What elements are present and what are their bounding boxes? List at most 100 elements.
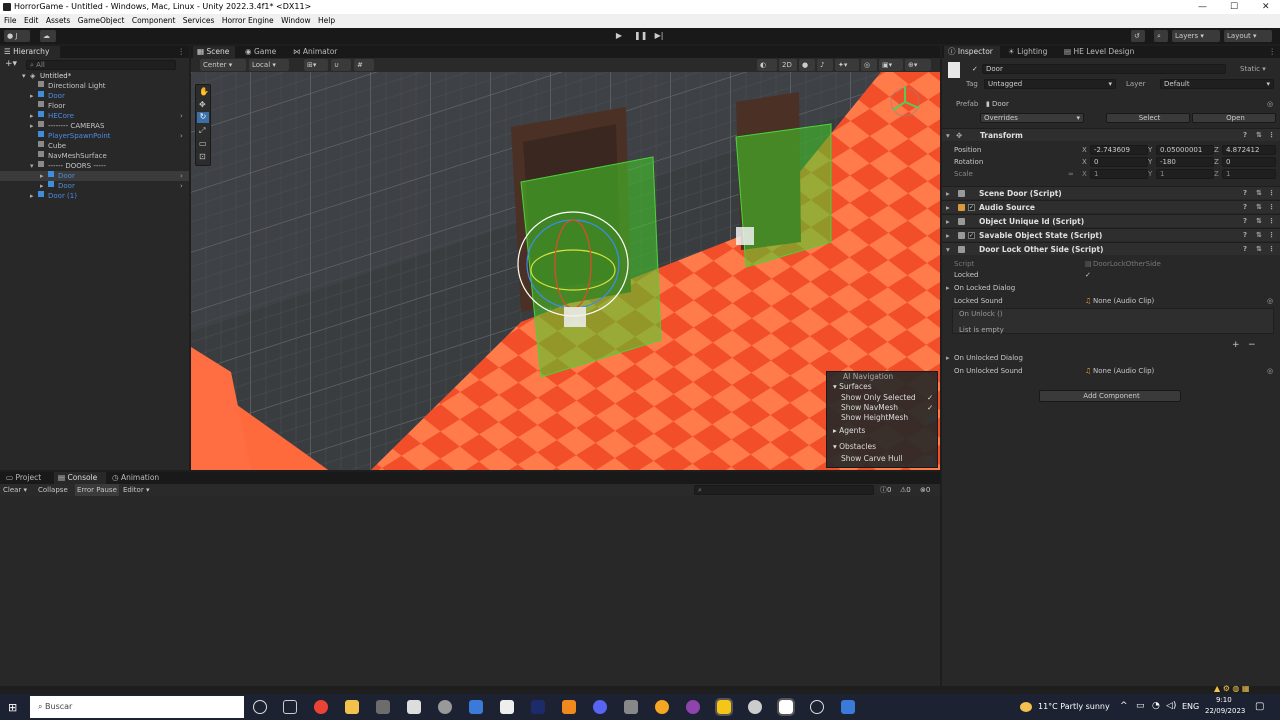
panel-menu-icon[interactable]: ⋮ [1269,46,1277,58]
tree-item-door-selected[interactable]: ▸ Door › [0,171,189,181]
app-icon-3[interactable] [686,700,700,714]
component-menu-icon[interactable]: ⋮ [1268,229,1275,242]
savable-object-state-header[interactable]: ▸ ✓ Savable Object State (Script)? ⇅ ⋮ [942,228,1280,241]
2d-toggle[interactable]: 2D [779,59,797,71]
gizmos-dropdown[interactable]: ⊕▾ [905,59,931,71]
rect-tool-icon[interactable]: ▭ [199,139,207,148]
tree-item-navmeshsurface[interactable]: NavMeshSurface [0,151,189,161]
tab-game[interactable]: ◉ Game [241,46,283,58]
minimize-icon[interactable]: — [1198,0,1207,14]
maximize-icon[interactable]: ☐ [1230,0,1238,14]
cortana-icon[interactable] [253,700,267,714]
transform-header[interactable]: ▾ ✥ Transform ? ⇅ ⋮ [942,128,1280,141]
app-icon-4[interactable] [748,700,762,714]
clock-date[interactable]: 22/09/2023 [1205,707,1245,715]
snap-increment-button[interactable]: ∪ [331,59,351,71]
target-icon[interactable]: ◎ [1267,295,1273,307]
menu-horror-engine[interactable]: Horror Engine [222,16,274,25]
weather-text[interactable]: 11°C Partly sunny [1038,702,1110,711]
camera-dropdown[interactable]: ▣▾ [879,59,903,71]
help-icon[interactable]: ? [1243,215,1247,228]
position-x-field[interactable]: -2.743609 [1090,145,1148,155]
object-name-field[interactable]: Door [982,64,1226,74]
hierarchy-search-input[interactable]: ⌕ All [26,60,176,70]
notifications-icon[interactable]: ▢ [1255,701,1264,712]
show-carve-hull-checkbox[interactable] [927,456,934,463]
editor-dropdown[interactable]: Editor ▾ [123,484,149,496]
play-icon[interactable]: ▶ [614,31,624,41]
tree-item-door-2[interactable]: ▸ Door › [0,181,189,191]
language-indicator[interactable]: ENG [1182,702,1199,711]
preset-icon[interactable]: ⇅ [1256,201,1262,214]
scale-tool-icon[interactable]: ⤢ [199,126,205,136]
door-lock-other-side-header[interactable]: ▾ Door Lock Other Side (Script)? ⇅ ⋮ [942,242,1280,255]
hidden-objects-toggle[interactable]: ◎ [861,59,877,71]
show-only-selected-checkbox[interactable]: ✓ [927,393,933,403]
pivot-dropdown[interactable]: Center ▾ [200,59,246,71]
obstacles-header[interactable]: ▾ Obstacles [833,442,876,452]
tab-console[interactable]: ▤ Console [54,472,106,484]
tree-item-hecore[interactable]: ▸ HECore › [0,111,189,121]
preset-icon[interactable]: ⇅ [1256,187,1262,200]
overrides-dropdown[interactable]: Overrides ▾ [980,113,1084,123]
component-menu-icon[interactable]: ⋮ [1268,215,1275,228]
space-dropdown[interactable]: Local ▾ [249,59,289,71]
tab-scene[interactable]: ▦ Scene [193,46,235,58]
surfaces-header[interactable]: ▾ Surfaces [833,382,872,392]
discord-icon[interactable] [593,700,607,714]
help-icon[interactable]: ? [1243,129,1247,142]
static-toggle[interactable]: Static ▾ [1240,65,1266,73]
preset-icon[interactable]: ⇅ [1256,243,1262,256]
menu-help[interactable]: Help [318,16,335,25]
add-icon[interactable]: +▾ [5,59,17,69]
notion-icon[interactable] [500,700,514,714]
panel-menu-icon[interactable]: ⋮ [178,46,186,58]
sublime-icon[interactable] [562,700,576,714]
audio-source-header[interactable]: ▸ ✓ Audio Source? ⇅ ⋮ [942,200,1280,213]
search-button[interactable]: ⌕ [1154,30,1168,42]
locked-checkbox[interactable]: ✓ [1085,269,1091,281]
network-icon[interactable]: ▭ [1136,701,1145,711]
preset-icon[interactable]: ⇅ [1256,229,1262,242]
select-button[interactable]: Select [1106,113,1190,123]
tree-item-cube[interactable]: Cube [0,141,189,151]
tree-item-door[interactable]: ▸ Door [0,91,189,101]
tree-item-doors[interactable]: ▾ ------ DOORS ----- [0,161,189,171]
component-menu-icon[interactable]: ⋮ [1268,243,1275,256]
tab-he-level-design[interactable]: ▤ HE Level Design [1060,46,1140,58]
history-button[interactable]: ↺ [1131,30,1145,42]
tab-project[interactable]: ▭ Project [2,472,50,484]
draw-mode-button[interactable]: ◐ [757,59,777,71]
console-search-input[interactable]: ⌕ [694,485,874,495]
add-component-button[interactable]: Add Component [1039,390,1181,402]
tab-lighting[interactable]: ☀ Lighting [1004,46,1056,58]
app-icon[interactable] [376,700,390,714]
position-y-field[interactable]: 0.05000001 [1156,145,1214,155]
close-icon[interactable]: ✕ [1262,0,1270,14]
agents-header[interactable]: ▸ Agents [833,426,865,436]
tab-hierarchy[interactable]: ☰ Hierarchy [0,46,60,58]
step-icon[interactable]: ▶| [654,31,664,41]
layer-dropdown[interactable]: Default ▾ [1160,79,1274,89]
tree-item-floor[interactable]: Floor [0,101,189,111]
layout-dropdown[interactable]: Layout ▾ [1224,30,1272,42]
tab-inspector[interactable]: ⓘ Inspector [944,46,1000,58]
target-icon[interactable]: ◎ [1267,98,1273,110]
help-icon[interactable]: ? [1243,243,1247,256]
app-icon-2[interactable] [531,700,545,714]
keyboard-icon[interactable] [624,700,638,714]
tag-dropdown[interactable]: Untagged ▾ [984,79,1116,89]
taskbar-search[interactable]: ⌕ Buscar [30,696,244,718]
show-navmesh-checkbox[interactable]: ✓ [927,403,933,413]
rotate-tool-icon[interactable]: ↻ [197,112,209,123]
tree-item-door-1[interactable]: ▸ Door (1) [0,191,189,201]
tab-animation[interactable]: ◷ Animation [108,472,170,484]
github-icon[interactable] [438,700,452,714]
prefab-value[interactable]: Door [992,98,1009,110]
scene-door-header[interactable]: ▸ Scene Door (Script)? ⇅ ⋮ [942,186,1280,199]
file-explorer-icon[interactable] [345,700,359,714]
hand-tool-icon[interactable]: ✋ [199,87,209,96]
effects-dropdown[interactable]: ✦▾ [835,59,859,71]
warning-count[interactable]: ⚠0 [900,484,911,496]
tree-item-directional-light[interactable]: Directional Light [0,81,189,91]
